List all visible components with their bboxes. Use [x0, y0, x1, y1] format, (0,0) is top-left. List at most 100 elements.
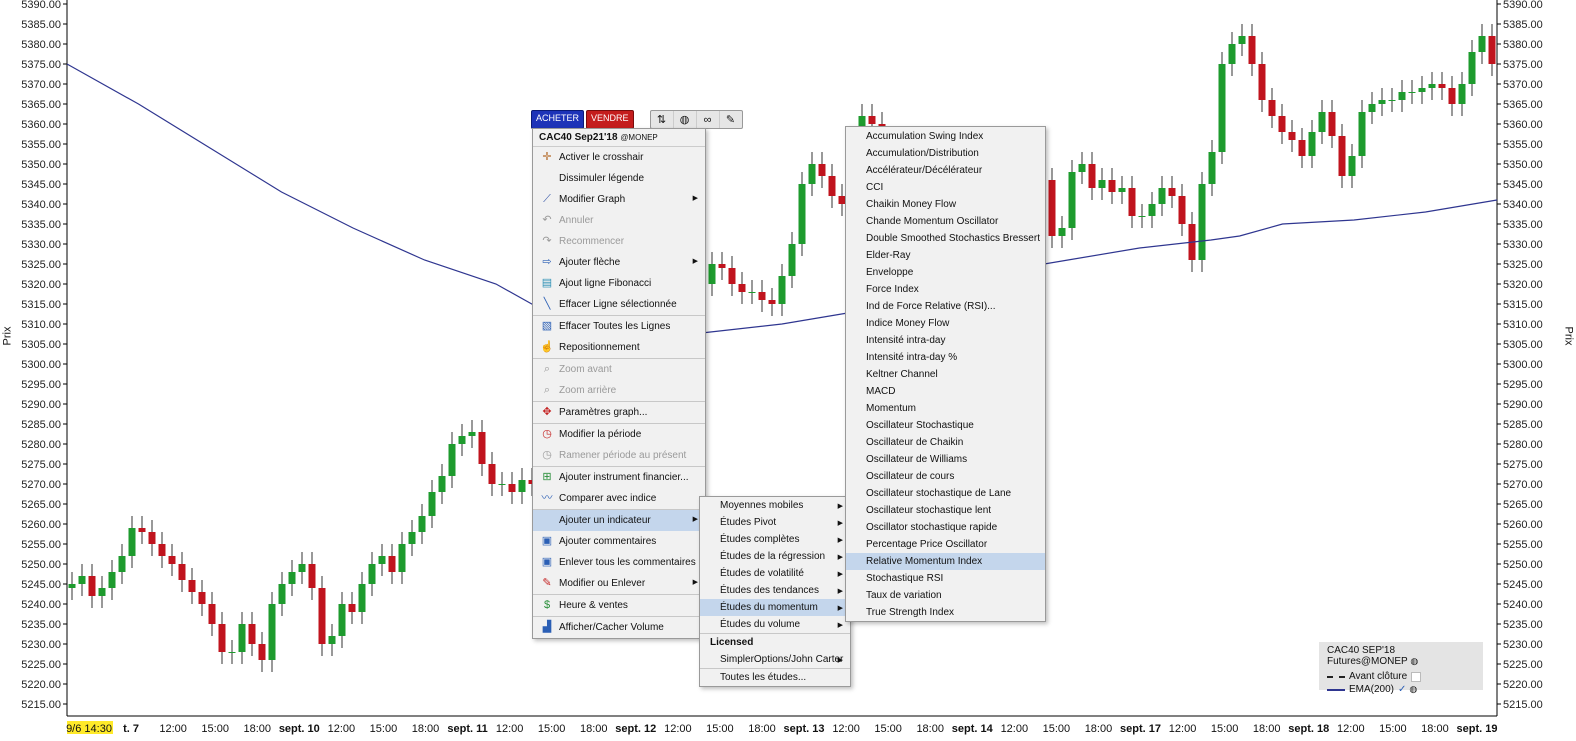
indicator-item[interactable]: Chande Momentum Oscillator: [846, 213, 1045, 230]
indicator-item[interactable]: Keltner Channel: [846, 366, 1045, 383]
globe-icon[interactable]: ◍: [1409, 684, 1417, 695]
menu-item-add-indicator[interactable]: Ajouter un indicateur ▶: [533, 509, 705, 531]
submenu-momentum[interactable]: Études du momentum ▶: [700, 599, 850, 616]
indicator-item[interactable]: Momentum: [846, 400, 1045, 417]
menu-item-add-comments[interactable]: ▣ Ajouter commentaires: [533, 531, 705, 552]
sell-button[interactable]: VENDRE: [586, 110, 634, 129]
menu-item-fibonacci[interactable]: ▤ Ajout ligne Fibonacci: [533, 273, 705, 294]
menu-item-time-sales[interactable]: $ Heure & ventes: [533, 594, 705, 616]
indicator-item[interactable]: Oscillateur Stochastique: [846, 417, 1045, 434]
candle-body: [1318, 112, 1326, 132]
globe-icon[interactable]: ◍: [1410, 656, 1418, 666]
indicator-item[interactable]: True Strength Index: [846, 604, 1045, 621]
submenu-arrow-icon: ▶: [837, 622, 843, 629]
submenu-volume[interactable]: Études du volume ▶: [700, 616, 850, 633]
menu-item-remove-comments[interactable]: ▣ Enlever tous les commentaires: [533, 552, 705, 573]
submenu-simpleroptions[interactable]: SimplerOptions/John Carter ▶: [700, 651, 850, 668]
submenu-regression[interactable]: Études de la régression ▶: [700, 548, 850, 565]
indicator-item[interactable]: Force Index: [846, 281, 1045, 298]
candle-body: [1228, 44, 1236, 64]
submenu-trends[interactable]: Études des tendances ▶: [700, 582, 850, 599]
buy-button[interactable]: ACHETER: [531, 110, 585, 129]
globe-tool-icon[interactable]: ◍: [674, 111, 697, 128]
indicator-item[interactable]: CCI: [846, 179, 1045, 196]
indicator-item[interactable]: MACD: [846, 383, 1045, 400]
indicator-item[interactable]: Oscillateur stochastique lent: [846, 502, 1045, 519]
submenu-pivot[interactable]: Études Pivot ▶: [700, 514, 850, 531]
menu-item-label: Ajout ligne Fibonacci: [559, 278, 652, 289]
lines-icon: ▧: [541, 320, 553, 332]
y-tick-label-left: 5330.00: [21, 239, 61, 251]
indicator-item[interactable]: Oscillateur de Williams: [846, 451, 1045, 468]
indicator-item[interactable]: Oscillator stochastique rapide: [846, 519, 1045, 536]
indicator-item[interactable]: Indice Money Flow: [846, 315, 1045, 332]
menu-item-hide-legend[interactable]: Dissimuler légende: [533, 168, 705, 189]
y-tick-label-left: 5290.00: [21, 399, 61, 411]
indicator-item[interactable]: Taux de variation: [846, 587, 1045, 604]
menu-item-reposition[interactable]: ☝ Repositionnement: [533, 337, 705, 358]
candle-body: [328, 636, 336, 644]
menu-item-reset-period[interactable]: ◷ Ramener période au présent: [533, 445, 705, 466]
submenu-volatility[interactable]: Études de volatilité ▶: [700, 565, 850, 582]
x-tick-label: 12:00: [1337, 723, 1365, 735]
indicator-item[interactable]: Accumulation/Distribution: [846, 145, 1045, 162]
indicator-item[interactable]: Intensité intra-day %: [846, 349, 1045, 366]
menu-item-add-instrument[interactable]: ⊞ Ajouter instrument financier...: [533, 466, 705, 488]
brush-tool-icon[interactable]: ✎: [720, 111, 742, 128]
indicator-category-submenu: Moyennes mobiles ▶ Études Pivot ▶ Études c…: [699, 496, 851, 687]
submenu-complete[interactable]: Études complètes ▶: [700, 531, 850, 548]
x-tick-label: 15:00: [1379, 723, 1407, 735]
submenu-moving-averages[interactable]: Moyennes mobiles ▶: [700, 497, 850, 514]
submenu-label: Études complètes: [720, 534, 800, 545]
menu-item-label: Ajouter un indicateur: [559, 515, 651, 526]
indicator-item[interactable]: Stochastique RSI: [846, 570, 1045, 587]
ema-line-swatch: [1327, 688, 1345, 691]
checkbox-icon[interactable]: [1411, 671, 1422, 682]
menu-item-delete-all-lines[interactable]: ▧ Effacer Toutes les Lignes: [533, 315, 705, 337]
indicator-item[interactable]: Enveloppe: [846, 264, 1045, 281]
menu-item-delete-line[interactable]: ╲ Effacer Ligne sélectionnée: [533, 294, 705, 315]
menu-header-instrument: CAC40 Sep21'18: [539, 132, 618, 143]
arrows-tool-icon[interactable]: ⇅: [651, 111, 674, 128]
y-tick-label-left: 5260.00: [21, 519, 61, 531]
candle-body: [488, 464, 496, 484]
candle-body: [1358, 112, 1366, 156]
menu-item-redo[interactable]: ↷ Recommencer: [533, 231, 705, 252]
y-tick-label-right: 5280.00: [1503, 439, 1543, 451]
menu-item-graph-settings[interactable]: ✥ Paramètres graph...: [533, 401, 705, 423]
submenu-all-studies[interactable]: Toutes les études...: [700, 668, 850, 686]
menu-item-toggle-volume[interactable]: ▟ Afficher/Cacher Volume: [533, 616, 705, 638]
y-tick-label-right: 5335.00: [1503, 219, 1543, 231]
menu-item-modify-graph[interactable]: ⟋ Modifier Graph ▶: [533, 189, 705, 210]
indicator-item[interactable]: Chaikin Money Flow: [846, 196, 1045, 213]
menu-item-compare-index[interactable]: 〰 Comparer avec indice: [533, 488, 705, 509]
candle-body: [398, 544, 406, 572]
indicator-item[interactable]: Relative Momentum Index: [846, 553, 1045, 570]
indicator-item[interactable]: Oscillateur stochastique de Lane: [846, 485, 1045, 502]
check-icon[interactable]: ✓: [1398, 684, 1406, 695]
link-tool-icon[interactable]: ∞: [697, 111, 720, 128]
menu-item-modify-remove[interactable]: ✎ Modifier ou Enlever ▶: [533, 573, 705, 594]
indicator-item[interactable]: Oscillateur de Chaikin: [846, 434, 1045, 451]
indicator-item[interactable]: Ind de Force Relative (RSI)...: [846, 298, 1045, 315]
menu-item-label: Dissimuler légende: [559, 173, 645, 184]
indicator-item[interactable]: Intensité intra-day: [846, 332, 1045, 349]
menu-item-undo[interactable]: ↶ Annuler: [533, 210, 705, 231]
menu-item-crosshair[interactable]: ✛ Activer le crosshair: [533, 147, 705, 168]
y-tick-label-right: 5330.00: [1503, 239, 1543, 251]
menu-item-zoom-out[interactable]: ⌕ Zoom arrière: [533, 380, 705, 401]
indicator-item[interactable]: Oscillateur de cours: [846, 468, 1045, 485]
menu-item-modify-period[interactable]: ◷ Modifier la période: [533, 423, 705, 445]
x-tick-label: sept. 18: [1288, 723, 1329, 735]
indicator-item[interactable]: Elder-Ray: [846, 247, 1045, 264]
candle-body: [1368, 104, 1376, 112]
indicator-item[interactable]: Accélérateur/Décélérateur: [846, 162, 1045, 179]
x-tick-label: 15:00: [706, 723, 734, 735]
indicator-item[interactable]: Accumulation Swing Index: [846, 128, 1045, 145]
x-tick-label: 12:00: [1001, 723, 1029, 735]
menu-item-zoom-in[interactable]: ⌕ Zoom avant: [533, 358, 705, 380]
menu-item-add-arrow[interactable]: ⇨ Ajouter flèche ▶: [533, 252, 705, 273]
indicator-item[interactable]: Double Smoothed Stochastics Bressert: [846, 230, 1045, 247]
indicator-item[interactable]: Percentage Price Oscillator: [846, 536, 1045, 553]
candle-body: [88, 576, 96, 596]
